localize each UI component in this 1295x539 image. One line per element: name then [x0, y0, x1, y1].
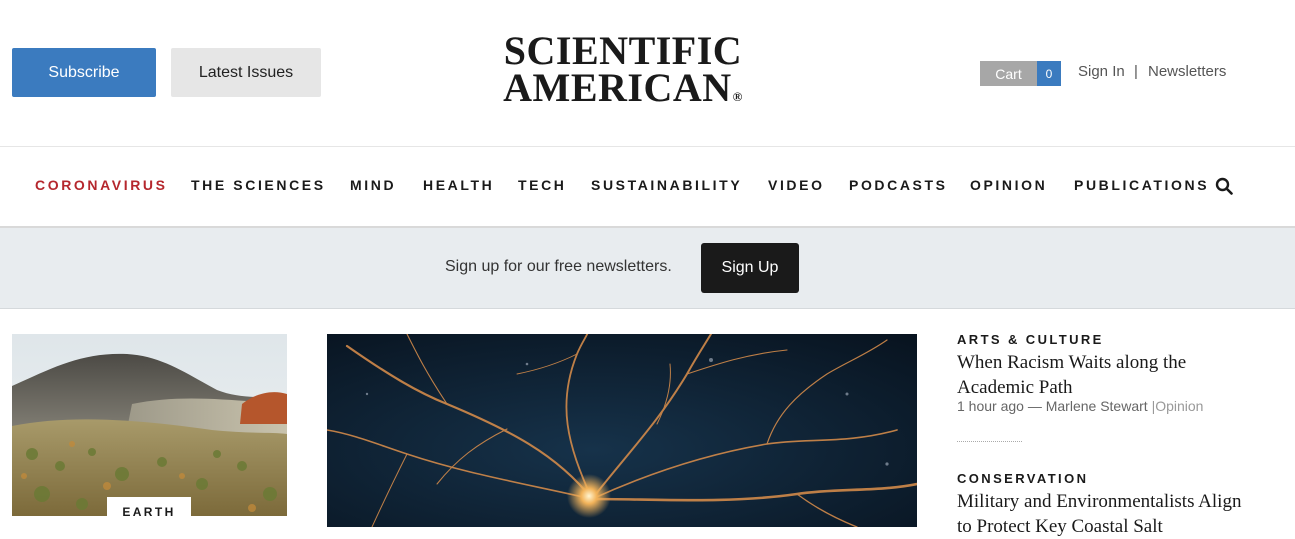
logo-line-1: SCIENTIFIC: [503, 28, 743, 73]
sign-up-button[interactable]: Sign Up: [701, 243, 799, 293]
latest-issues-button[interactable]: Latest Issues: [171, 48, 321, 97]
meta-dash: —: [1027, 398, 1042, 414]
nav-item-tech[interactable]: TECH: [518, 177, 567, 193]
article-divider: [957, 441, 1022, 442]
article-meta: 1 hour ago — Marlene Stewart |Opinion: [957, 398, 1203, 414]
site-logo[interactable]: SCIENTIFIC AMERICAN®: [478, 28, 768, 115]
newsletters-link[interactable]: Newsletters: [1148, 63, 1226, 80]
logo-line-2: AMERICAN®: [478, 68, 768, 115]
nav-item-publications[interactable]: PUBLICATIONS: [1074, 177, 1209, 193]
nav-item-the-sciences[interactable]: THE SCIENCES: [191, 177, 326, 193]
sign-in-link[interactable]: Sign In: [1078, 63, 1125, 80]
cart-label: Cart: [980, 61, 1037, 86]
earth-article-image[interactable]: [12, 334, 287, 516]
article-headline[interactable]: Military and Environmentalists Align to …: [957, 489, 1257, 539]
logo-line-2-text: AMERICAN: [503, 65, 732, 110]
nav-item-coronavirus[interactable]: CORONAVIRUS: [35, 177, 168, 193]
nav-item-health[interactable]: HEALTH: [423, 177, 494, 193]
cart-button[interactable]: Cart 0: [980, 61, 1061, 86]
nav-item-video[interactable]: VIDEO: [768, 177, 825, 193]
newsletter-prompt: Sign up for our free newsletters.: [445, 258, 672, 275]
nav-item-sustainability[interactable]: SUSTAINABILITY: [591, 177, 742, 193]
registered-mark: ®: [732, 89, 743, 104]
article-kicker[interactable]: CONSERVATION: [957, 471, 1088, 486]
util-separator: |: [1134, 63, 1138, 80]
newsletter-signup-bar: Sign up for our free newsletters. Sign U…: [0, 228, 1295, 309]
main-nav: CORONAVIRUS THE SCIENCES MIND HEALTH TEC…: [0, 147, 1295, 228]
search-icon[interactable]: [1215, 177, 1233, 195]
nav-item-opinion[interactable]: OPINION: [970, 177, 1047, 193]
article-time: 1 hour ago: [957, 398, 1024, 414]
article-headline[interactable]: When Racism Waits along the Academic Pat…: [957, 350, 1257, 400]
article-author[interactable]: Marlene Stewart: [1046, 398, 1148, 414]
cart-count-badge: 0: [1037, 61, 1061, 86]
article-kicker[interactable]: ARTS & CULTURE: [957, 332, 1104, 347]
article-section[interactable]: Opinion: [1155, 398, 1203, 414]
subscribe-button[interactable]: Subscribe: [12, 48, 156, 97]
site-header: Subscribe Latest Issues SCIENTIFIC AMERI…: [0, 0, 1295, 147]
nav-item-podcasts[interactable]: PODCASTS: [849, 177, 948, 193]
category-tag-earth[interactable]: EARTH: [107, 497, 191, 527]
featured-article-image[interactable]: [327, 334, 917, 527]
nav-item-mind[interactable]: MIND: [350, 177, 396, 193]
